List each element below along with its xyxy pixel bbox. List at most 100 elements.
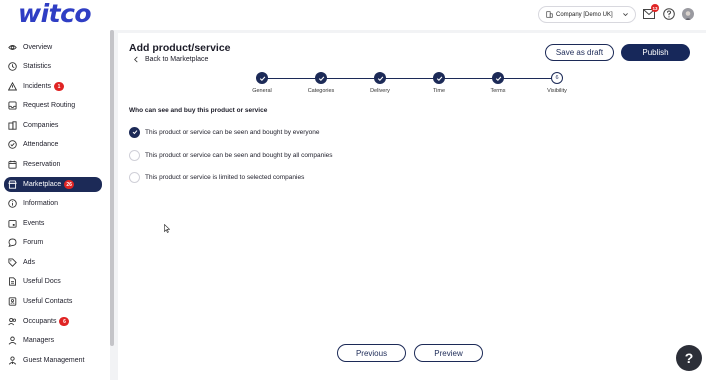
sidebar-item-request-routing[interactable]: Request Routing [4, 98, 102, 113]
count-badge: 6 [59, 317, 70, 326]
radio-button[interactable] [129, 171, 140, 183]
radio-button[interactable] [129, 126, 140, 138]
publish-button[interactable]: Publish [621, 44, 690, 61]
step-categories[interactable]: Categories [291, 72, 351, 94]
sidebar-item-useful-contacts[interactable]: Useful Contacts [4, 294, 102, 309]
users-icon [8, 317, 16, 326]
sidebar-item-label: Attendance [23, 141, 59, 148]
sidebar-scrollbar[interactable] [110, 30, 114, 346]
sidebar-item-label: Information [23, 200, 59, 207]
sidebar-item-label: Managers [23, 337, 55, 344]
sidebar-item-label: Useful Contacts [23, 298, 73, 305]
radio-button[interactable] [129, 149, 140, 161]
previous-button[interactable]: Previous [337, 344, 406, 362]
sidebar-item-label: Forum [23, 239, 44, 246]
visibility-question: Who can see and buy this product or serv… [129, 107, 268, 114]
clock-icon [8, 62, 17, 71]
step-time[interactable]: Time [409, 72, 469, 94]
sidebar-item-events[interactable]: Events [4, 216, 102, 231]
sidebar-item-companies[interactable]: Companies [4, 118, 102, 133]
step-label: Time [432, 88, 446, 94]
sidebar-item-information[interactable]: Information [4, 196, 102, 211]
step-complete-icon [315, 72, 327, 84]
help-circle-icon[interactable] [663, 8, 675, 20]
buildings-icon [8, 121, 17, 130]
sidebar-item-managers[interactable]: Managers [4, 333, 102, 348]
eye-icon [8, 45, 17, 50]
step-label: Terms [490, 88, 506, 94]
storefront-icon [8, 180, 17, 189]
avatar-image [684, 11, 692, 20]
check-icon [132, 130, 137, 135]
building-icon [546, 11, 553, 18]
sidebar-item-label: Incidents [23, 83, 52, 90]
back-link-label: Back to Marketplace [145, 56, 209, 63]
sidebar-item-statistics[interactable]: Statistics [4, 59, 102, 74]
sidebar-item-ads[interactable]: Ads [4, 255, 102, 270]
sidebar-item-label: Events [23, 220, 45, 227]
notification-badge: 13 [651, 4, 659, 12]
warning-icon [8, 82, 17, 91]
sidebar-item-label: Request Routing [23, 102, 76, 109]
sidebar-item-label: Reservation [23, 161, 61, 168]
sidebar-item-marketplace[interactable]: Marketplace 26 [4, 177, 102, 192]
step-complete-icon [374, 72, 386, 84]
calendar-icon [8, 160, 17, 169]
inbox-icon [8, 101, 17, 110]
check-icon [495, 76, 501, 81]
step-label: Visibility [547, 88, 567, 94]
user-icon [8, 336, 17, 345]
sidebar-item-forum[interactable]: Forum [4, 235, 102, 250]
sidebar-item-reservation[interactable]: Reservation [4, 157, 102, 172]
step-complete-icon [433, 72, 445, 84]
count-badge: 1 [54, 82, 65, 91]
mouse-cursor-icon [164, 224, 170, 233]
step-complete-icon [492, 72, 504, 84]
sidebar-item-label: Ads [23, 259, 36, 266]
chevron-down-icon [623, 13, 628, 17]
sidebar-item-guest-management[interactable]: Guest Management [4, 353, 102, 368]
check-icon [377, 76, 383, 81]
step-label: General [252, 88, 272, 94]
sidebar-item-label: Marketplace [23, 181, 62, 188]
visibility-option[interactable]: This product or service can be seen and … [129, 126, 320, 138]
sidebar-item-occupants[interactable]: Occupants 6 [4, 314, 102, 329]
check-icon [318, 76, 324, 81]
chat-icon [8, 238, 17, 247]
step-label: Categories [307, 88, 335, 94]
page-title: Add product/service [129, 42, 231, 54]
witco-logo[interactable]: witco [18, 1, 92, 27]
visibility-option[interactable]: This product or service is limited to se… [129, 171, 304, 183]
company-select-value: Company [Demo UK] [556, 11, 613, 18]
sidebar-item-label: Companies [23, 122, 59, 129]
sidebar-item-useful-docs[interactable]: Useful Docs [4, 274, 102, 289]
company-select[interactable]: Company [Demo UK] [538, 6, 636, 23]
check-circle-icon [8, 140, 17, 149]
sidebar-item-label: Useful Docs [23, 278, 61, 285]
contacts-icon [8, 297, 17, 306]
visibility-option[interactable]: This product or service can be seen and … [129, 149, 333, 161]
help-fab-button[interactable]: ? [676, 345, 702, 371]
sidebar-item-incidents[interactable]: Incidents 1 [4, 79, 102, 94]
preview-button[interactable]: Preview [414, 344, 483, 362]
check-icon [436, 76, 442, 81]
step-delivery[interactable]: Delivery [350, 72, 410, 94]
guest-icon [8, 356, 17, 365]
save-as-draft-button[interactable]: Save as draft [545, 44, 614, 61]
info-icon [8, 199, 17, 208]
calendar-event-icon [8, 220, 17, 228]
sidebar-item-overview[interactable]: Overview [4, 40, 102, 55]
sidebar-item-attendance[interactable]: Attendance [4, 137, 102, 152]
step-visibility[interactable]: 6 Visibility [527, 72, 587, 94]
step-number: 6 [551, 72, 563, 84]
tag-icon [8, 258, 17, 267]
user-avatar[interactable] [682, 8, 694, 20]
back-to-marketplace-link[interactable]: Back to Marketplace [133, 56, 208, 63]
step-general[interactable]: General [232, 72, 292, 94]
step-terms[interactable]: Terms [468, 72, 528, 94]
option-label: This product or service is limited to se… [145, 173, 305, 181]
top-bar: witco Company [Demo UK] 13 [0, 0, 706, 30]
check-icon [259, 76, 265, 81]
chevron-left-icon [134, 56, 138, 63]
sidebar-item-label: Occupants [23, 318, 57, 325]
